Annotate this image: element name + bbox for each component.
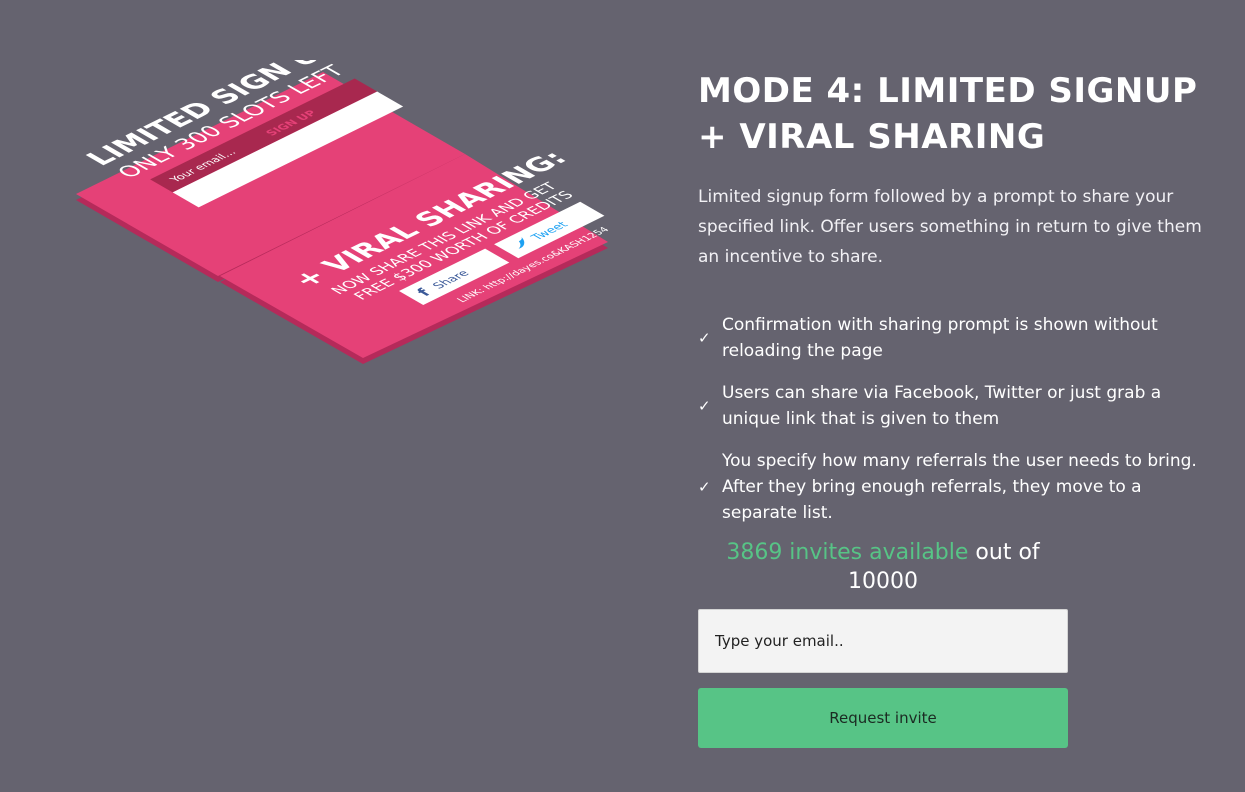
check-icon: ✓ [698,478,711,496]
out-of-label: out of [975,540,1040,565]
list-item: ✓ You specify how many referrals the use… [698,448,1218,526]
mode-description: MODE 4: LIMITED SIGNUP + VIRAL SHARING L… [698,68,1218,542]
check-icon: ✓ [698,397,711,415]
description: Limited signup form followed by a prompt… [698,187,1202,267]
invites-available: 3869 invites available [726,540,969,565]
page-title: MODE 4: LIMITED SIGNUP + VIRAL SHARING [698,71,1198,157]
list-item: ✓ Confirmation with sharing prompt is sh… [698,312,1218,364]
feature-text: You specify how many referrals the user … [722,451,1197,523]
feature-text: Confirmation with sharing prompt is show… [722,315,1158,361]
invite-counter: 3869 invites available out of 10000 [698,538,1068,596]
list-item: ✓ Users can share via Facebook, Twitter … [698,380,1218,432]
invites-total: 10000 [848,569,918,594]
email-input[interactable] [698,609,1068,673]
feature-text: Users can share via Facebook, Twitter or… [722,383,1162,429]
viral-signup-illustration: LIMITED SIGN UP ONLY 300 SLOTS LEFT Your… [76,60,612,364]
check-icon: ✓ [698,329,711,347]
feature-list: ✓ Confirmation with sharing prompt is sh… [698,312,1218,526]
request-invite-button[interactable]: Request invite [698,688,1068,748]
